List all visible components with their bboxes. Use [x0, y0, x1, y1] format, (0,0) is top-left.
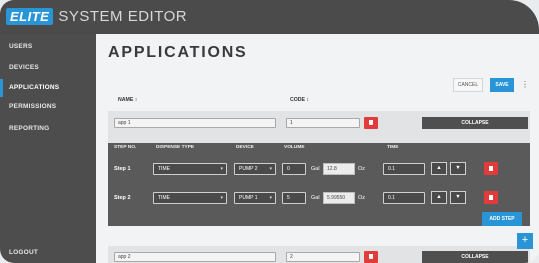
- step-label: Step 1: [114, 166, 131, 172]
- save-button[interactable]: SAVE: [490, 78, 514, 92]
- dispense-type-select[interactable]: TIME ▾: [153, 163, 227, 175]
- sidebar: USERS DEVICES APPLICATIONS PERMISSIONS R…: [0, 34, 96, 263]
- add-step-button[interactable]: ADD STEP: [482, 212, 522, 226]
- move-up-button[interactable]: ▲: [431, 162, 447, 175]
- time-input[interactable]: 0.1: [383, 192, 425, 204]
- chevron-down-icon: ▾: [220, 195, 223, 201]
- collapse-button[interactable]: COLLAPSE: [422, 117, 528, 129]
- sidebar-item-users[interactable]: USERS: [0, 38, 96, 56]
- app-title: SYSTEM EDITOR: [58, 7, 188, 25]
- steps-header-step-no: STEP NO.: [114, 145, 137, 150]
- chevron-down-icon: ▼: [455, 194, 461, 200]
- top-bar: ELITE SYSTEM EDITOR: [0, 0, 539, 34]
- app-logo: ELITE SYSTEM EDITOR: [6, 7, 187, 25]
- app-code-input[interactable]: 1: [286, 118, 360, 128]
- gal-unit-label: Gal: [311, 166, 320, 172]
- device-value: PUMP 1: [239, 195, 258, 201]
- chevron-down-icon: ▾: [269, 166, 272, 172]
- collapse-button[interactable]: COLLAPSE: [422, 251, 528, 263]
- step-label: Step 2: [114, 195, 131, 201]
- sidebar-item-reporting[interactable]: REPORTING: [0, 120, 96, 138]
- cancel-button[interactable]: CANCEL: [453, 78, 483, 92]
- step-row: Step 2 TIME ▾ PUMP 1 ▾ 5 Gal 5.99550 Oz …: [108, 186, 530, 212]
- steps-header-volume: VOLUME: [284, 145, 305, 150]
- logout-button[interactable]: LOGOUT: [0, 244, 96, 262]
- chevron-down-icon: ▾: [220, 166, 223, 172]
- name-column-header[interactable]: NAME ↕: [118, 97, 137, 103]
- delete-app-button[interactable]: [364, 251, 378, 263]
- name-header-label: NAME: [118, 97, 134, 103]
- steps-header-dispense-type: DISPENSE TYPE: [156, 145, 195, 150]
- sort-icon: ↕: [134, 97, 138, 103]
- delete-step-button[interactable]: [484, 162, 498, 175]
- step-row: Step 1 TIME ▾ PUMP 2 ▾ 0 Gal 12.8 Oz 0.1…: [108, 157, 530, 183]
- sort-icon: ↕: [306, 97, 310, 103]
- app-name-input[interactable]: app 2: [114, 252, 276, 262]
- move-up-button[interactable]: ▲: [431, 191, 447, 204]
- app-name-input[interactable]: app 1: [114, 118, 276, 128]
- dispense-type-value: TIME: [158, 166, 170, 172]
- chevron-up-icon: ▲: [436, 194, 442, 200]
- main-content: APPLICATIONS CANCEL SAVE ⋮ NAME ↕ CODE ↕…: [96, 34, 539, 263]
- oz-unit-label: Oz: [358, 166, 366, 172]
- chevron-down-icon: ▼: [455, 165, 461, 171]
- volume-input[interactable]: 5: [282, 192, 306, 204]
- app-code-input[interactable]: 2: [286, 252, 360, 262]
- chevron-down-icon: ▾: [269, 195, 272, 201]
- sidebar-item-permissions[interactable]: PERMISSIONS: [0, 98, 96, 116]
- gal-input[interactable]: 12.8: [323, 163, 355, 175]
- gal-unit-label: Gal: [311, 195, 320, 201]
- more-options-icon[interactable]: ⋮: [521, 78, 529, 92]
- dispense-type-value: TIME: [158, 195, 170, 201]
- steps-panel: STEP NO. DISPENSE TYPE DEVICE VOLUME TIM…: [108, 143, 530, 226]
- delete-app-button[interactable]: [364, 117, 378, 129]
- add-application-button[interactable]: +: [517, 233, 533, 249]
- code-header-label: CODE: [290, 97, 305, 103]
- move-down-button[interactable]: ▼: [450, 162, 466, 175]
- chevron-up-icon: ▲: [436, 165, 442, 171]
- steps-header-device: DEVICE: [236, 145, 254, 150]
- app-window: ELITE SYSTEM EDITOR USERS DEVICES APPLIC…: [0, 0, 539, 263]
- logo-badge: ELITE: [6, 7, 54, 25]
- gal-input[interactable]: 5.99550: [323, 192, 355, 204]
- sidebar-item-devices[interactable]: DEVICES: [0, 59, 96, 77]
- dispense-type-select[interactable]: TIME ▾: [153, 192, 227, 204]
- volume-input[interactable]: 0: [282, 163, 306, 175]
- oz-unit-label: Oz: [358, 195, 366, 201]
- device-select[interactable]: PUMP 1 ▾: [234, 192, 276, 204]
- page-title: APPLICATIONS: [108, 44, 248, 61]
- delete-step-button[interactable]: [484, 191, 498, 204]
- time-input[interactable]: 0.1: [383, 163, 425, 175]
- device-select[interactable]: PUMP 2 ▾: [234, 163, 276, 175]
- code-column-header[interactable]: CODE ↕: [290, 97, 309, 103]
- device-value: PUMP 2: [239, 166, 258, 172]
- steps-header-time: TIME: [387, 145, 399, 150]
- move-down-button[interactable]: ▼: [450, 191, 466, 204]
- application-card: app 2 2 COLLAPSE: [108, 246, 530, 263]
- sidebar-item-applications[interactable]: APPLICATIONS: [0, 79, 96, 97]
- application-card: app 1 1 COLLAPSE STEP NO. DISPENSE TYPE …: [108, 111, 530, 226]
